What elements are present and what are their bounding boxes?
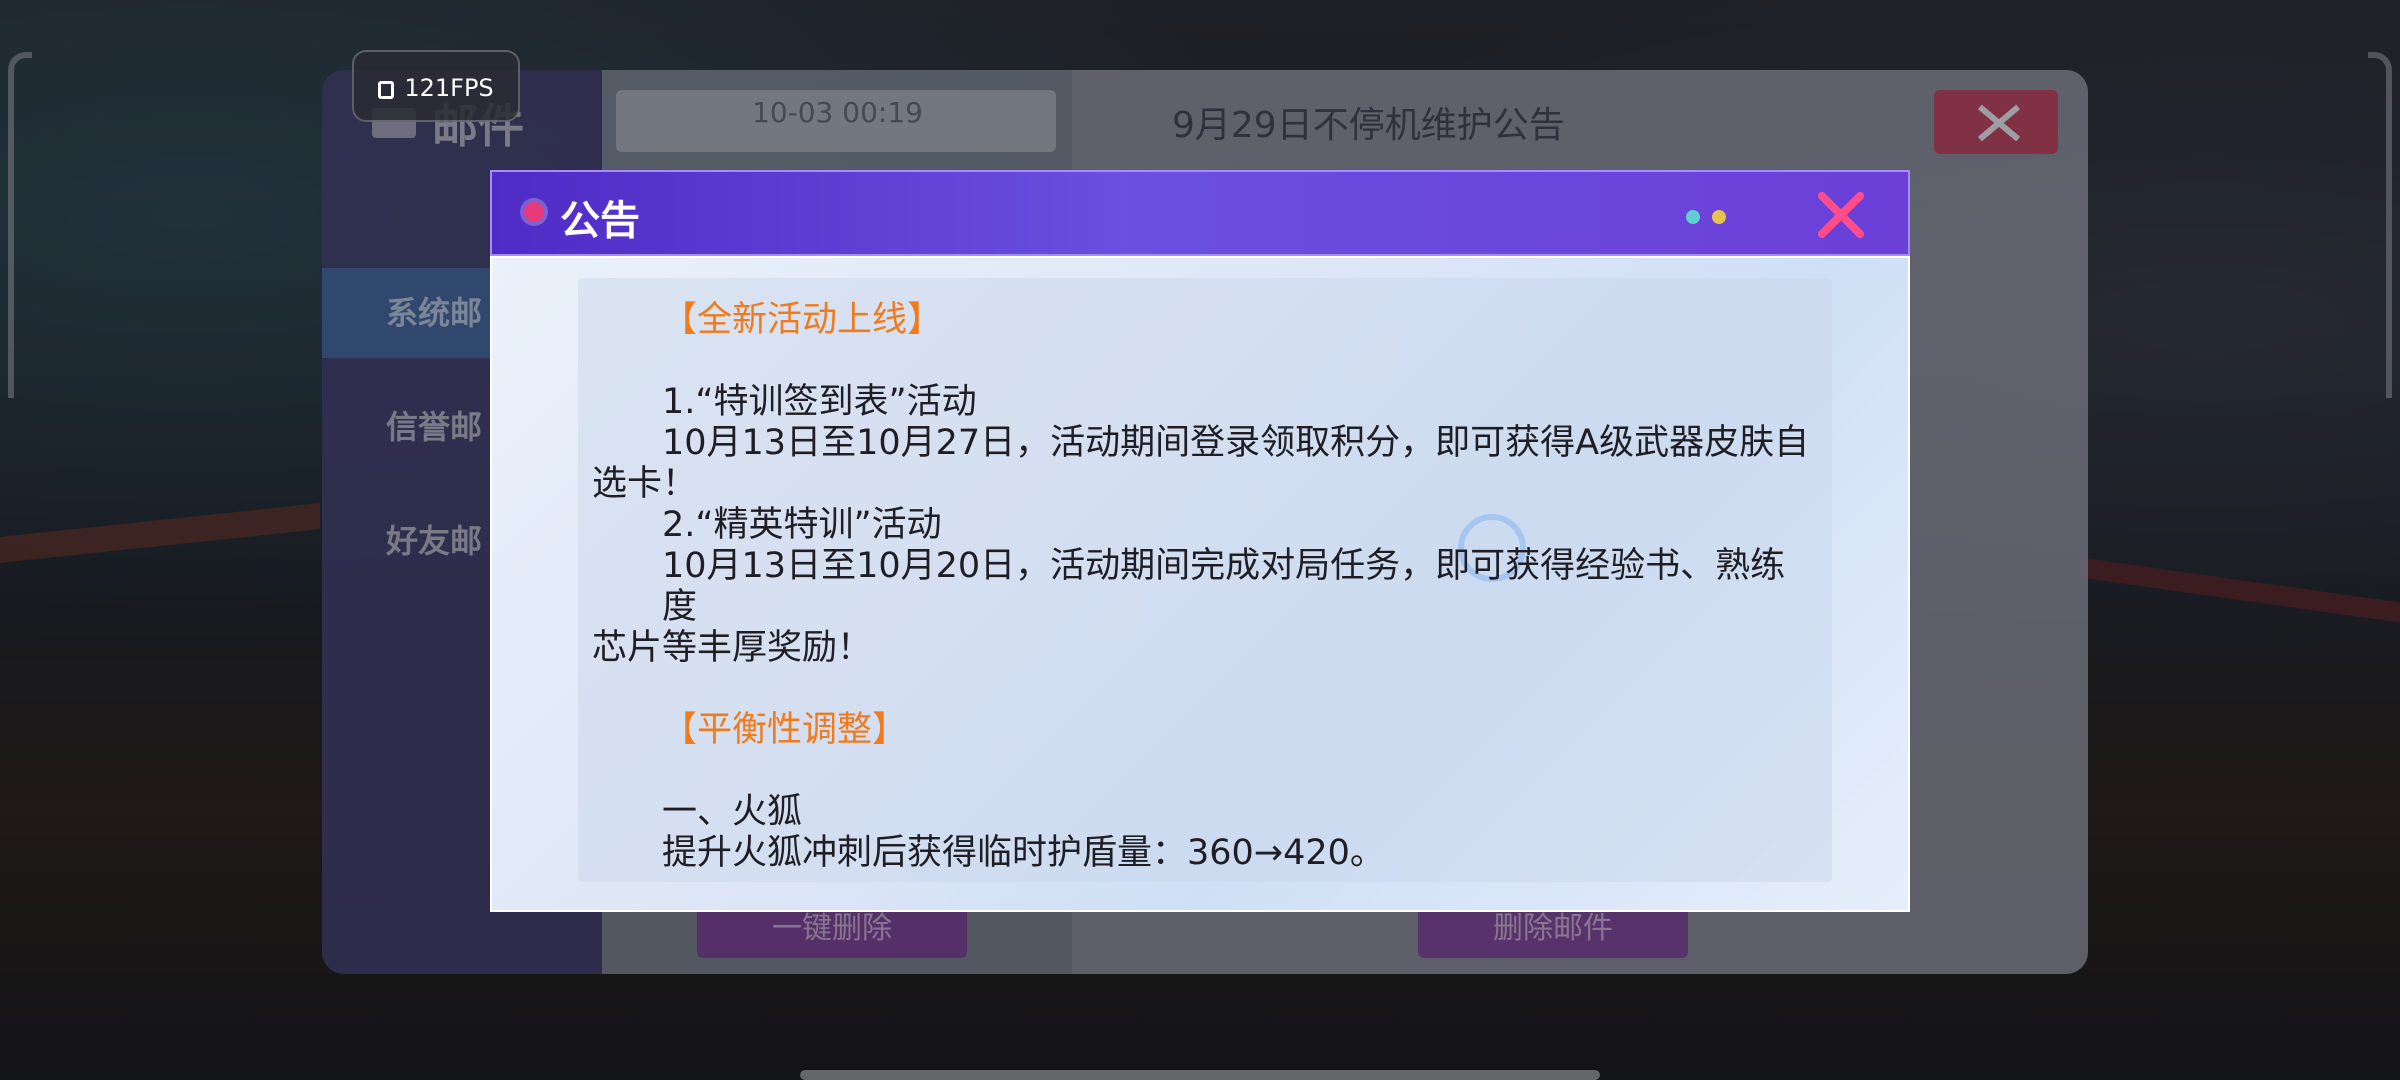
close-icon[interactable] bbox=[1810, 184, 1872, 246]
fps-value: 121FPS bbox=[404, 74, 494, 102]
section-heading: 【全新活动上线】 bbox=[662, 300, 943, 340]
dialog-title: 公告 bbox=[560, 198, 640, 244]
balance-item-title: 一、火狐 bbox=[662, 792, 803, 832]
copy-icon bbox=[378, 81, 395, 99]
dialog-header: 公告 bbox=[490, 170, 1910, 256]
activity-desc: 10月13日至10月20日，活动期间完成对局任务，即可获得经验书、熟练度 bbox=[662, 546, 1786, 627]
fps-counter: 121FPS bbox=[352, 50, 520, 122]
decorative-dots-icon bbox=[1686, 210, 1726, 224]
dialog-body: 【全新活动上线】 1.“特训签到表”活动 10月13日至10月27日，活动期间登… bbox=[490, 256, 1910, 912]
notice-text: 【全新活动上线】 1.“特训签到表”活动 10月13日至10月27日，活动期间登… bbox=[592, 300, 1816, 874]
section-heading: 【平衡性调整】 bbox=[662, 710, 908, 750]
activity-desc: 10月13日至10月27日，活动期间登录领取积分，即可获得A级武器皮肤自 bbox=[662, 423, 1810, 463]
home-indicator[interactable] bbox=[800, 1070, 1600, 1080]
activity-title: 2.“精英特训”活动 bbox=[662, 505, 942, 545]
activity-title: 1.“特训签到表”活动 bbox=[662, 382, 977, 422]
announcement-dialog: 公告 【全新活动上线】 1.“特训签到表”活动 10月13日至10月27日，活动… bbox=[490, 170, 1910, 912]
bullet-icon bbox=[524, 202, 544, 222]
notice-panel[interactable]: 【全新活动上线】 1.“特训签到表”活动 10月13日至10月27日，活动期间登… bbox=[578, 278, 1832, 882]
balance-item-desc: 提升火狐冲刺后获得临时护盾量：360→420。 bbox=[662, 833, 1385, 873]
activity-desc-cont: 芯片等丰厚奖励！ bbox=[592, 628, 873, 668]
activity-desc-cont: 选卡！ bbox=[592, 464, 698, 504]
